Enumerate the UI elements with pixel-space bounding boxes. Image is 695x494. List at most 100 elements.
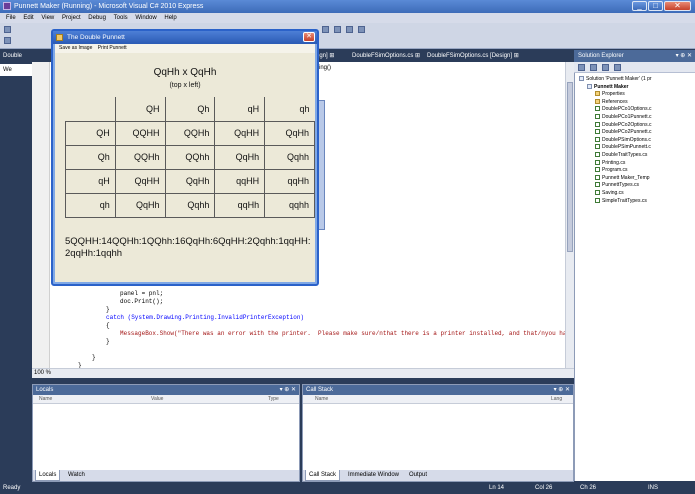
tree-node-label: SimpleTraitTypes.cs xyxy=(602,197,647,204)
new-project-icon[interactable] xyxy=(4,26,11,33)
folder-icon xyxy=(595,91,600,97)
menu-tools[interactable]: Tools xyxy=(114,15,128,21)
tab-immediate-window[interactable]: Immediate Window xyxy=(345,470,402,481)
menu-debug[interactable]: Debug xyxy=(88,15,106,21)
panel-pin-controls[interactable]: ▾ ⊕ ✕ xyxy=(676,50,692,62)
solution-explorer-icon[interactable] xyxy=(334,26,341,33)
column-header: Qh xyxy=(164,97,215,122)
tree-node[interactable]: SimpleTraitTypes.cs xyxy=(595,197,647,205)
editor-gutter xyxy=(32,62,50,368)
column-lang[interactable]: Lang xyxy=(551,395,562,404)
double-punnett-dialog: The Double Punnett ✕ Save as Image Print… xyxy=(51,29,319,286)
genotype-cell: QqHh xyxy=(164,168,216,194)
row-header: qH xyxy=(65,168,116,194)
doc-tab-dsim-options-design[interactable]: DoubleFSimOptions.cs [Design] ⊞ xyxy=(427,50,519,62)
doc-tab-double[interactable]: Double xyxy=(0,50,32,62)
tree-node-label: Properties xyxy=(602,91,625,98)
tree-node-label: References xyxy=(602,98,628,105)
tree-node-label: Solution 'Punnett Maker' (1 pr xyxy=(586,76,652,82)
tree-node-label: Punnett Maker_Temp xyxy=(602,174,650,181)
doc-tab-dsim-options[interactable]: DoubleFSimOptions.cs ⊞ xyxy=(352,50,420,62)
view-code-icon[interactable] xyxy=(614,64,621,71)
tree-node[interactable]: Solution 'Punnett Maker' (1 pr xyxy=(579,76,652,83)
menu-save-as-image[interactable]: Save as Image xyxy=(59,45,92,51)
find-icon[interactable] xyxy=(322,26,329,33)
editor-vertical-scrollbar[interactable] xyxy=(565,62,574,368)
menu-bar: File Edit View Project Debug Tools Windo… xyxy=(0,13,695,23)
properties-icon[interactable] xyxy=(346,26,353,33)
tree-node[interactable]: Program.cs xyxy=(595,167,628,174)
column-name[interactable]: Name xyxy=(315,395,328,404)
genotype-cell: QQHH xyxy=(114,120,166,146)
tree-node[interactable]: DoubleTraitTypes.cs xyxy=(595,152,647,159)
visual-studio-icon xyxy=(3,2,11,10)
solution-explorer-header: Solution Explorer ▾ ⊕ ✕ xyxy=(574,50,695,62)
cs-file-icon xyxy=(595,159,600,165)
tree-node[interactable]: DoublePSimPunnett.c xyxy=(595,144,651,151)
locals-title: Locals xyxy=(36,387,54,393)
panel-pin-controls[interactable]: ▾ ⊕ ✕ xyxy=(554,385,570,395)
minimize-button[interactable]: _ xyxy=(632,1,647,11)
column-name[interactable]: Name xyxy=(39,395,52,404)
menu-window[interactable]: Window xyxy=(135,15,156,21)
genotype-cell: qqHh xyxy=(264,168,315,194)
status-col: Col 26 xyxy=(535,485,553,491)
column-type[interactable]: Type xyxy=(268,395,279,404)
show-all-files-icon[interactable] xyxy=(590,64,597,71)
tree-node-label: DoubleTraitTypes.cs xyxy=(602,152,648,158)
column-value[interactable]: Value xyxy=(151,395,163,404)
tree-node[interactable]: Punnett Maker xyxy=(587,83,628,91)
code-line: MessageBox.Show("There was an error with… xyxy=(120,330,581,337)
tree-node[interactable]: DoublePCo2Punnett.c xyxy=(595,129,651,136)
open-file-icon[interactable] xyxy=(4,37,11,44)
left-dock-strip: Double We xyxy=(0,50,32,368)
dialog-app-icon xyxy=(56,34,63,41)
scroll-thumb[interactable] xyxy=(567,82,573,252)
properties-icon[interactable] xyxy=(578,64,585,71)
maximize-button[interactable]: □ xyxy=(648,1,663,11)
code-line: panel = pnl; xyxy=(120,290,164,297)
tree-node[interactable]: Punnett Maker_Temp xyxy=(595,174,650,182)
menu-view[interactable]: View xyxy=(41,15,54,21)
menu-print-punnett[interactable]: Print Punnett xyxy=(98,45,127,51)
tree-node[interactable]: Saving.cs xyxy=(595,190,624,197)
call-stack-header: Call Stack ▾ ⊕ ✕ xyxy=(303,385,573,395)
tab-call-stack[interactable]: Call Stack xyxy=(305,470,341,481)
tree-node[interactable]: DoublePCo1Options.c xyxy=(595,106,651,113)
genotype-cell: QqHh xyxy=(114,192,166,218)
toolbox-icon[interactable] xyxy=(358,26,365,33)
cs-file-icon xyxy=(595,144,600,150)
code-line: } xyxy=(106,338,110,345)
tree-node[interactable]: DoublePCo1Punnett.c xyxy=(595,114,651,121)
menu-file[interactable]: File xyxy=(6,15,16,21)
dialog-close-button[interactable]: ✕ xyxy=(303,32,315,42)
cs-file-icon xyxy=(595,114,600,119)
panel-pin-controls[interactable]: ▾ ⊕ ✕ xyxy=(280,385,296,395)
locals-panel: Locals ▾ ⊕ ✕ Name Value Type Locals Watc… xyxy=(32,384,300,482)
tab-locals[interactable]: Locals xyxy=(35,470,61,481)
menu-project[interactable]: Project xyxy=(62,15,81,21)
tree-node[interactable]: PunnettTypes.cs xyxy=(595,182,639,189)
menu-edit[interactable]: Edit xyxy=(23,15,33,21)
cs-file-icon xyxy=(595,129,600,135)
refresh-icon[interactable] xyxy=(602,64,609,71)
tree-node[interactable]: DoublePSimOptions.c xyxy=(595,136,651,144)
tree-node[interactable]: DoublePCo2Options.c xyxy=(595,121,651,129)
close-window-button[interactable]: ✕ xyxy=(664,1,691,11)
genotype-cell: QQHh xyxy=(114,144,166,170)
tree-node[interactable]: Printing.cs xyxy=(595,159,625,167)
tree-node[interactable]: Properties xyxy=(595,91,625,98)
genotype-cell: QqHH xyxy=(114,168,166,194)
call-stack-panel: Call Stack ▾ ⊕ ✕ Name Lang Call Stack Im… xyxy=(302,384,574,482)
zoom-level[interactable]: 100 % xyxy=(34,370,51,376)
tab-watch[interactable]: Watch xyxy=(65,470,88,481)
column-header: QH xyxy=(114,97,166,122)
window-title-bar: Punnett Maker (Running) - Microsoft Visu… xyxy=(0,0,695,13)
tab-output[interactable]: Output xyxy=(406,470,430,481)
genotype-cell: Qqhh xyxy=(164,192,216,218)
punnett-grid: QH Qh qH qh QH QQHH QQHh QqHH QqHh Qh QQ… xyxy=(65,97,315,218)
left-tab-we[interactable]: We xyxy=(0,64,32,76)
menu-help[interactable]: Help xyxy=(164,15,176,21)
tree-node[interactable]: References xyxy=(595,98,628,106)
code-line: } xyxy=(106,306,110,313)
